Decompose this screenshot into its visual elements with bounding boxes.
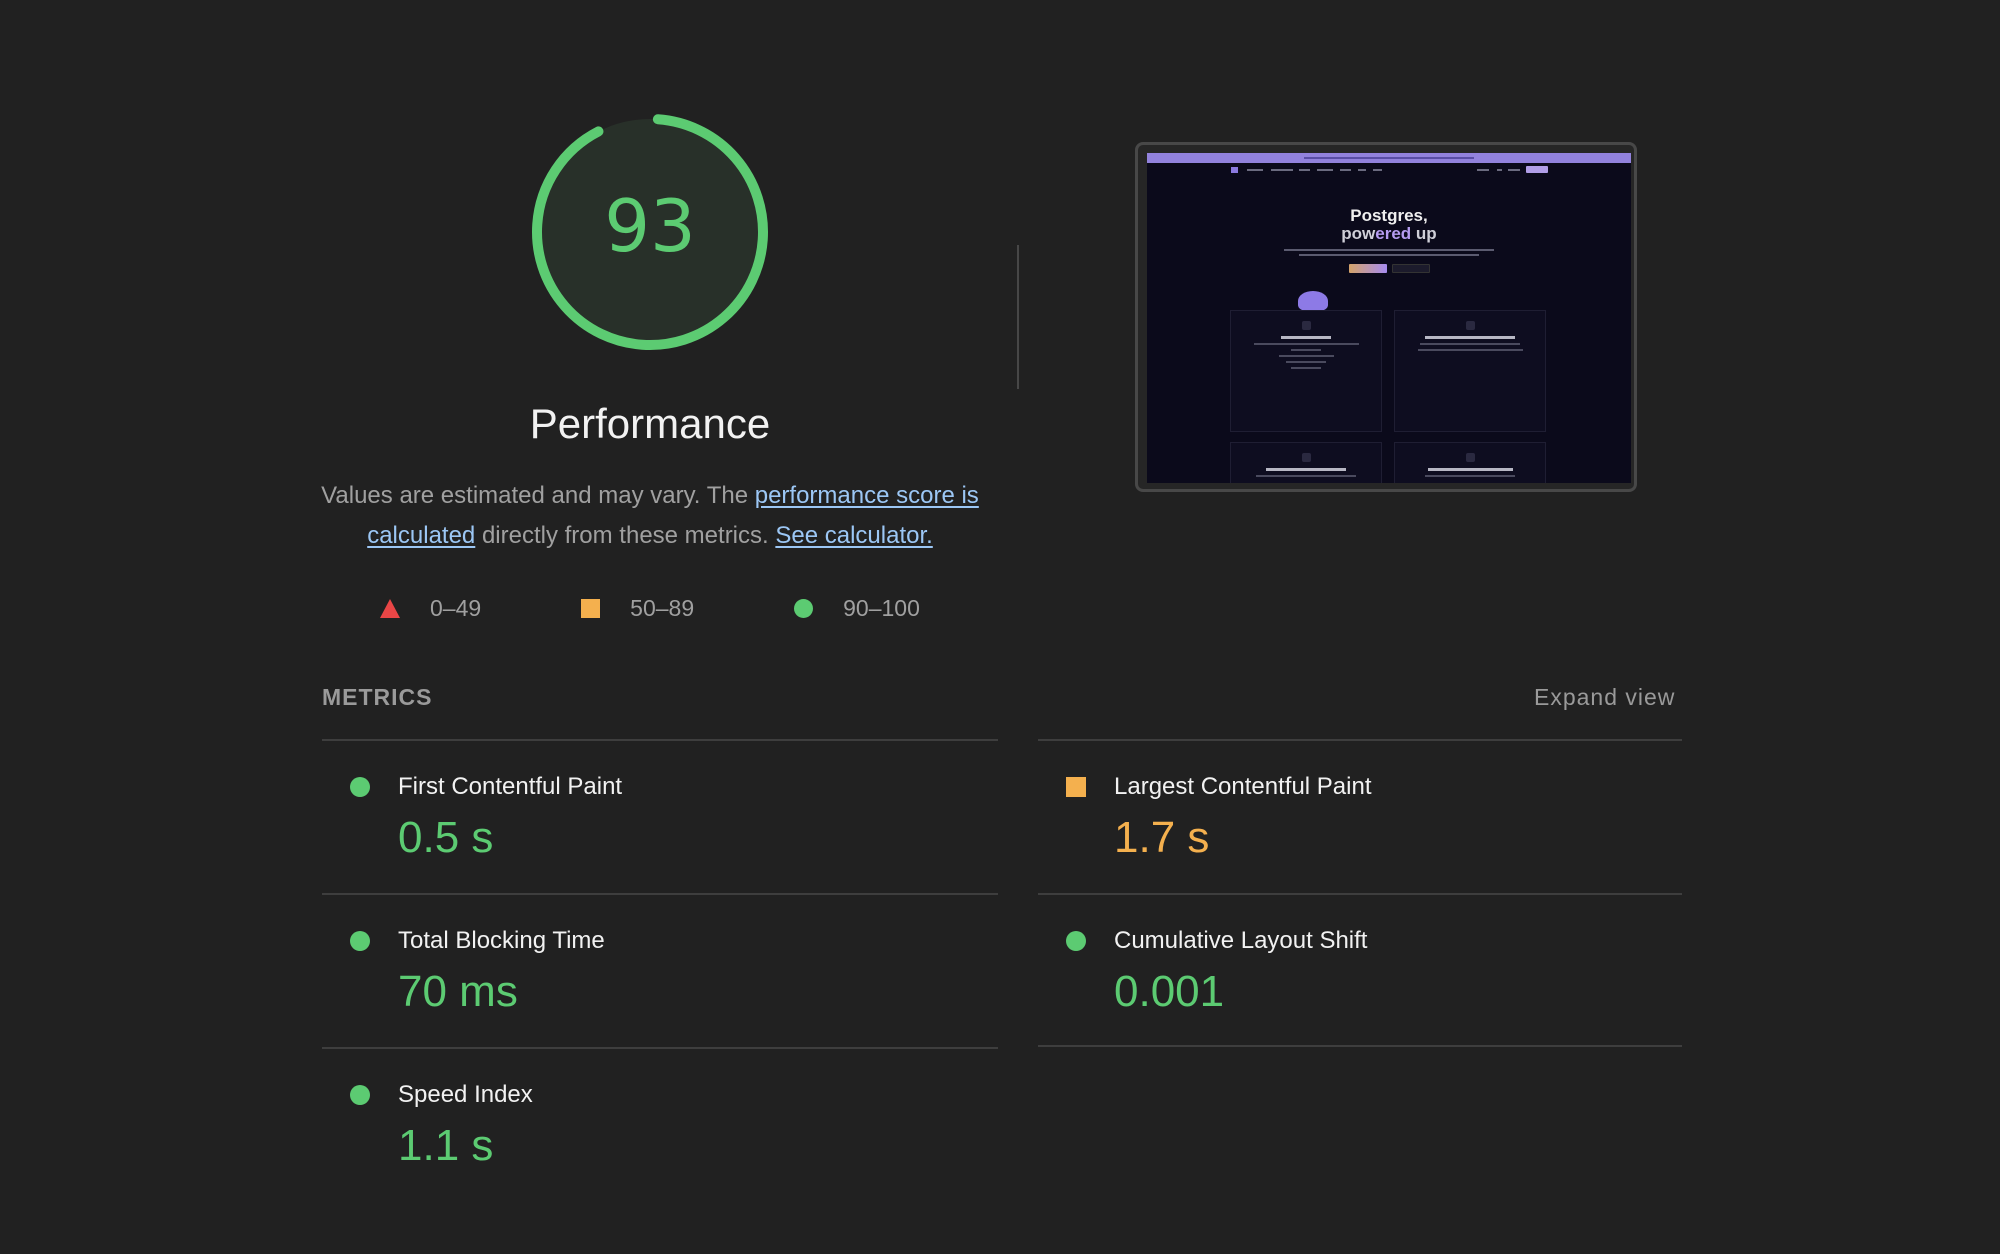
thumb-nav-cta: [1526, 166, 1548, 173]
metric-label: Largest Contentful Paint: [1114, 773, 1372, 800]
thumb-nav-link: [1340, 169, 1351, 171]
thumb-nav-link: [1317, 169, 1333, 171]
metric-cumulative-layout-shift: Cumulative Layout Shift 0.001: [1038, 893, 1682, 1047]
thumb-nav-link: [1497, 169, 1502, 171]
thumb-feature-card: [1394, 310, 1546, 432]
thumb-announcement-banner: [1147, 153, 1631, 163]
metrics-heading: METRICS: [322, 684, 433, 710]
thumb-nav-link: [1373, 169, 1382, 171]
expand-view-toggle[interactable]: Expand view: [1534, 684, 1682, 711]
metric-value: 70 ms: [398, 967, 518, 1016]
metric-value: 1.1 s: [398, 1121, 494, 1170]
category-description: Values are estimated and may vary. The p…: [320, 476, 980, 556]
final-screenshot[interactable]: Postgres, powered up: [1135, 142, 1637, 492]
metrics-column-right: Largest Contentful Paint 1.7 s Cumulativ…: [1038, 739, 1682, 1047]
thumb-nav-link: [1508, 169, 1520, 171]
thumb-headline: Postgres, powered up: [1147, 207, 1631, 243]
circle-icon: [794, 598, 814, 618]
see-calculator-link[interactable]: See calculator.: [775, 522, 932, 549]
metric-speed-index: Speed Index 1.1 s: [322, 1047, 998, 1201]
performance-score-gauge: 93: [528, 110, 772, 354]
description-text-1: Values are estimated and may vary. The: [321, 482, 755, 509]
thumb-nav-link: [1477, 169, 1489, 171]
thumb-nav-link: [1247, 169, 1263, 171]
thumb-feature-card: [1394, 442, 1546, 483]
metric-first-contentful-paint: First Contentful Paint 0.5 s: [322, 739, 998, 893]
thumb-primary-button: [1348, 264, 1387, 273]
thumb-headline-line2: powered up: [1341, 224, 1437, 243]
thumb-mascot: [1298, 291, 1328, 311]
thumb-feature-card: [1230, 442, 1382, 483]
thumb-feature-card: [1230, 310, 1382, 432]
pass-circle-icon: [1066, 931, 1086, 951]
performance-score-value: 93: [604, 184, 696, 268]
thumb-navbar: [1147, 163, 1631, 175]
screenshot-image: Postgres, powered up: [1147, 153, 1631, 483]
metric-total-blocking-time: Total Blocking Time 70 ms: [322, 893, 998, 1047]
average-square-icon: [1066, 777, 1086, 797]
vertical-divider: [1017, 245, 1019, 389]
metric-label: Speed Index: [398, 1081, 533, 1108]
thumb-nav-link: [1271, 169, 1293, 171]
score-legend: 0–49 50–89 90–100: [380, 590, 920, 626]
legend-pass-range: 90–100: [843, 594, 920, 621]
triangle-icon: [380, 598, 400, 618]
thumb-secondary-button: [1391, 264, 1430, 273]
legend-fail-range: 0–49: [430, 594, 482, 621]
metric-value: 1.7 s: [1114, 813, 1210, 862]
thumb-headline-line1: Postgres,: [1350, 206, 1428, 225]
pass-circle-icon: [350, 1085, 370, 1105]
pass-circle-icon: [350, 777, 370, 797]
metric-largest-contentful-paint: Largest Contentful Paint 1.7 s: [1038, 739, 1682, 893]
thumb-logo-icon: [1231, 167, 1238, 173]
thumb-subtitle: [1279, 249, 1499, 256]
legend-average-range: 50–89: [630, 594, 695, 621]
legend-fail: 0–49: [380, 595, 481, 622]
thumb-nav-link: [1299, 169, 1310, 171]
metric-label: Total Blocking Time: [398, 927, 605, 954]
metric-label: Cumulative Layout Shift: [1114, 927, 1368, 954]
category-title: Performance: [529, 400, 771, 447]
metric-value: 0.5 s: [398, 813, 494, 862]
metric-value: 0.001: [1114, 967, 1225, 1016]
description-text-2: directly from these metrics.: [475, 522, 776, 549]
square-icon: [581, 598, 601, 618]
thumb-nav-link: [1358, 169, 1366, 171]
thumb-buttons: [1147, 264, 1631, 273]
legend-average: 50–89: [581, 595, 694, 622]
metrics-column-left: First Contentful Paint 0.5 s Total Block…: [322, 739, 998, 1201]
metric-label: First Contentful Paint: [398, 773, 623, 800]
pass-circle-icon: [350, 931, 370, 951]
legend-pass: 90–100: [794, 595, 920, 622]
